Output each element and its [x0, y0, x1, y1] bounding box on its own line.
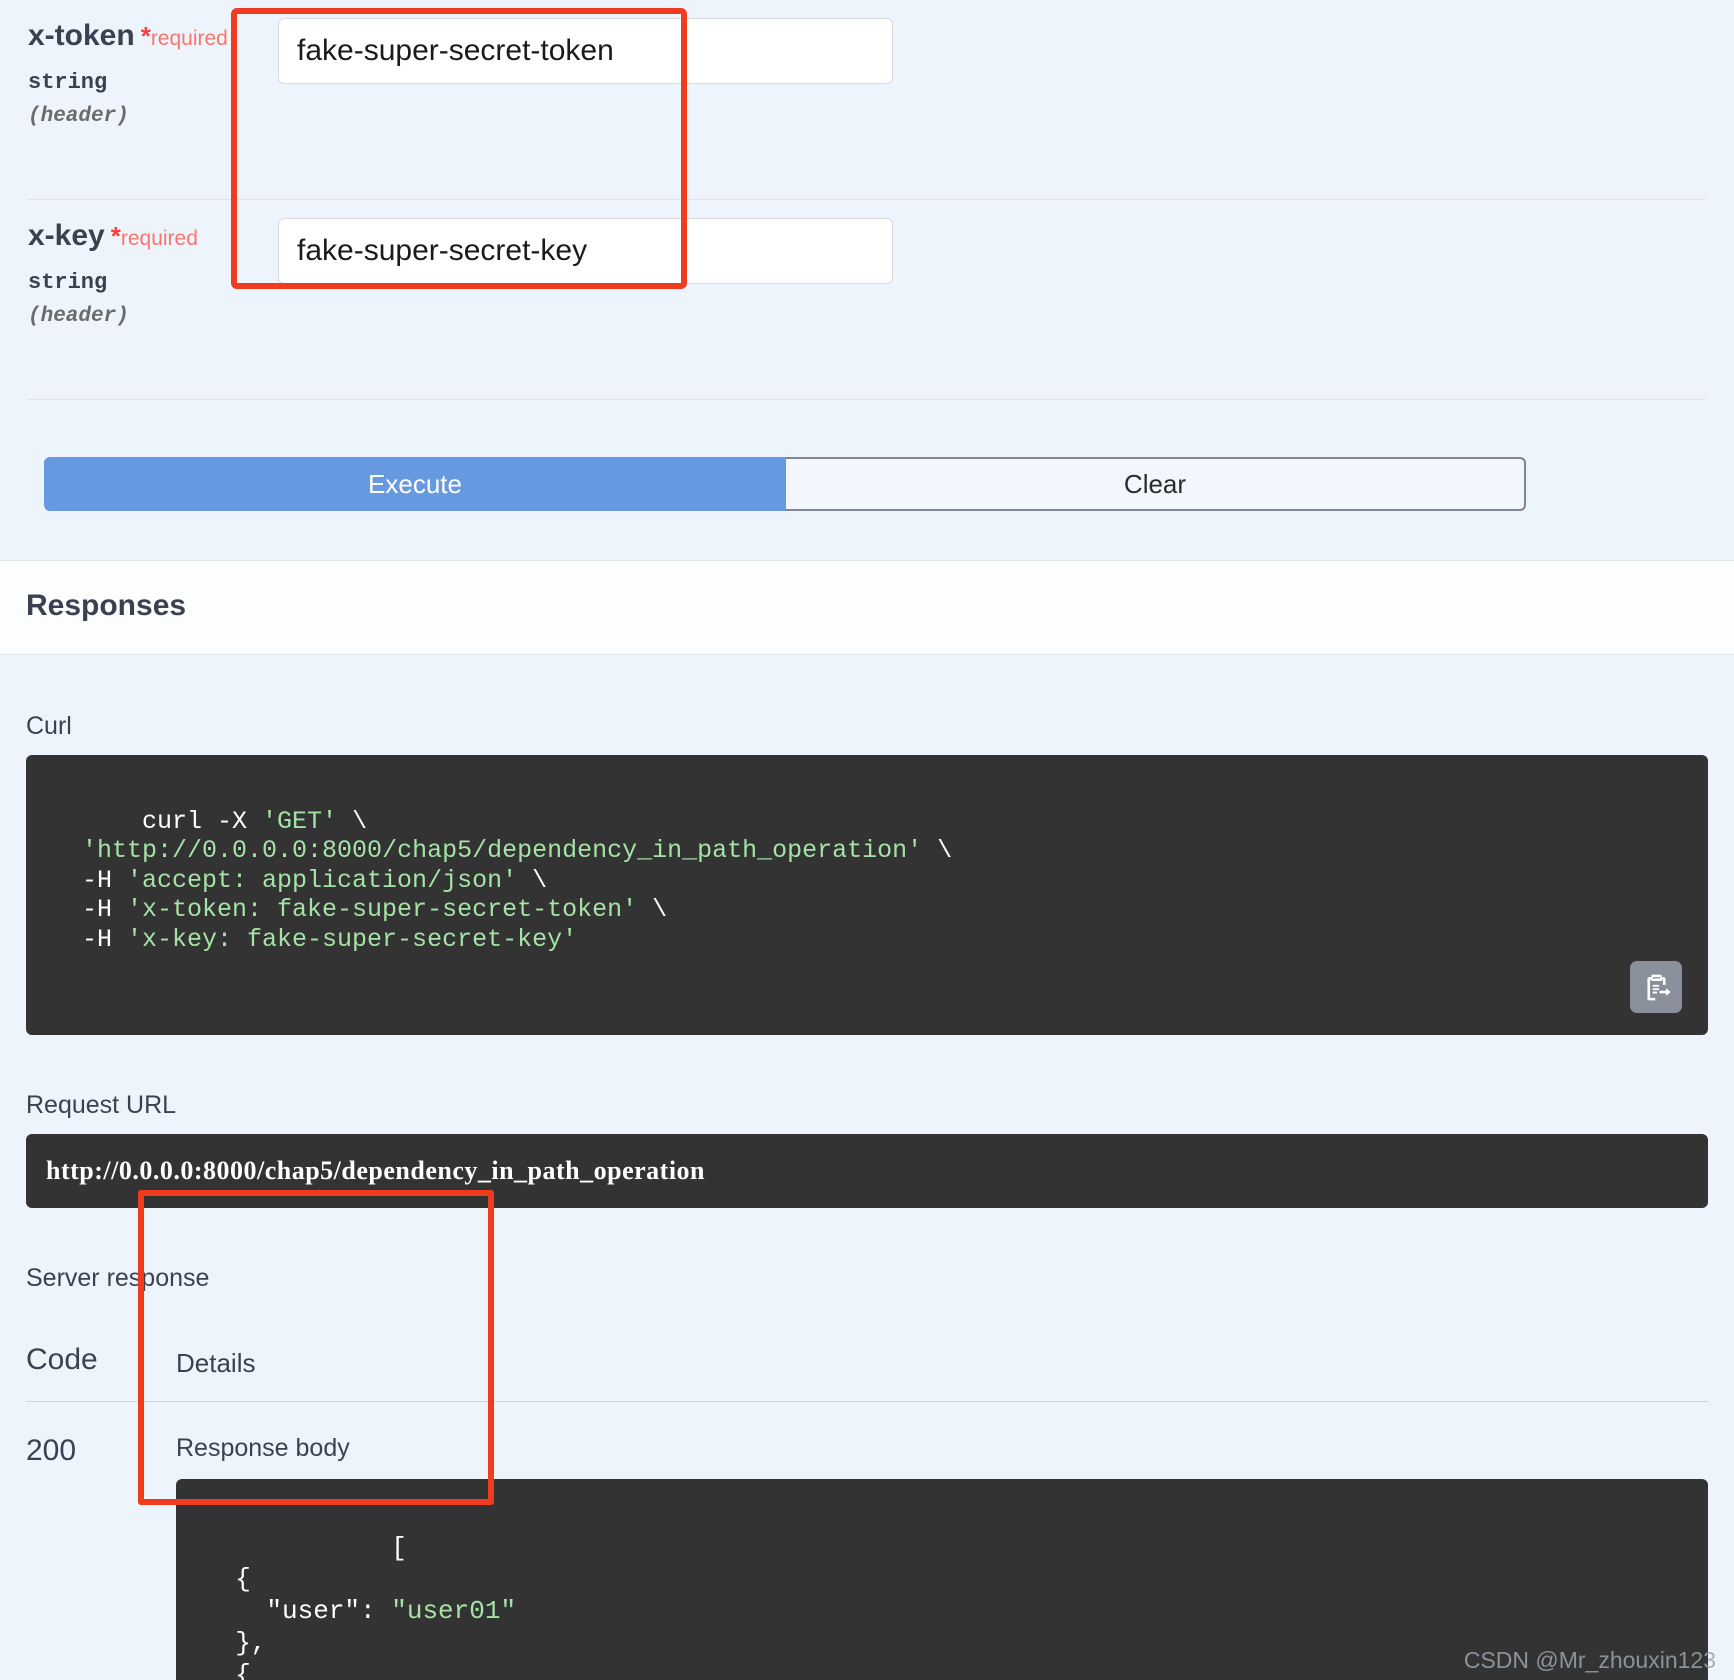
- execute-button[interactable]: Execute: [44, 457, 786, 511]
- server-response-label: Server response: [26, 1264, 210, 1292]
- parameter-meta-x-key: x-key *required string (header): [28, 200, 278, 328]
- column-header-code: Code: [26, 1343, 98, 1376]
- curl-code-block: curl -X 'GET' \ 'http://0.0.0.0:8000/cha…: [26, 755, 1708, 1035]
- parameter-location: (header): [28, 104, 129, 128]
- response-status-code: 200: [26, 1434, 77, 1467]
- x-key-input[interactable]: [278, 218, 893, 284]
- required-star: *: [140, 21, 151, 51]
- watermark: CSDN @Mr_zhouxin123: [1463, 1647, 1716, 1673]
- copy-to-clipboard-icon: [1646, 974, 1671, 1000]
- parameter-row-x-token: x-token *required string (header): [28, 0, 1706, 200]
- parameter-name: x-token: [28, 19, 135, 52]
- table-header-row: Code Details: [26, 1343, 1708, 1402]
- parameter-row-x-key: x-key *required string (header): [28, 200, 1706, 400]
- response-body-label: Response body: [176, 1434, 350, 1462]
- parameter-type: string: [28, 69, 108, 95]
- curl-command-text: curl -X 'GET' \ 'http://0.0.0.0:8000/cha…: [52, 806, 953, 954]
- required-star: *: [110, 221, 121, 251]
- parameter-input-cell-x-token: [278, 0, 1706, 84]
- x-token-input[interactable]: [278, 18, 893, 84]
- response-details-cell: Response body [ { "user": "user01" }, { …: [176, 1434, 1708, 1680]
- parameter-location: (header): [28, 304, 129, 328]
- parameters-section: x-token*required string (header) x-key*r…: [0, 0, 1734, 440]
- responses-header-band: Responses: [0, 560, 1734, 655]
- request-url-label: Request URL: [26, 1091, 177, 1119]
- server-response-table: Code Details 200 Response body [ { "user…: [26, 1343, 1708, 1680]
- copy-curl-button[interactable]: [1630, 961, 1682, 1013]
- response-body-text: [ { "user": "user01" }, { "user": "user0…: [204, 1532, 517, 1680]
- request-url-block: http://0.0.0.0:8000/chap5/dependency_in_…: [26, 1134, 1708, 1208]
- responses-content: Curl curl -X 'GET' \ 'http://0.0.0.0:800…: [0, 656, 1734, 1680]
- column-header-details: Details: [176, 1348, 256, 1378]
- clear-button[interactable]: Clear: [786, 457, 1526, 511]
- responses-title: Responses: [26, 589, 187, 622]
- parameter-type: string: [28, 269, 108, 295]
- table-row: 200 Response body [ { "user": "user01" }…: [26, 1402, 1708, 1680]
- execute-clear-button-group: Execute Clear: [44, 457, 1526, 511]
- swagger-try-it-out-panel: x-token*required string (header) x-key*r…: [0, 0, 1734, 1680]
- required-label: required: [150, 27, 228, 50]
- curl-label: Curl: [26, 712, 72, 740]
- required-label: required: [120, 227, 198, 250]
- parameter-name: x-key: [28, 219, 105, 252]
- parameter-meta-x-token: x-token *required string (header): [28, 0, 278, 128]
- parameter-input-cell-x-key: [278, 200, 1706, 284]
